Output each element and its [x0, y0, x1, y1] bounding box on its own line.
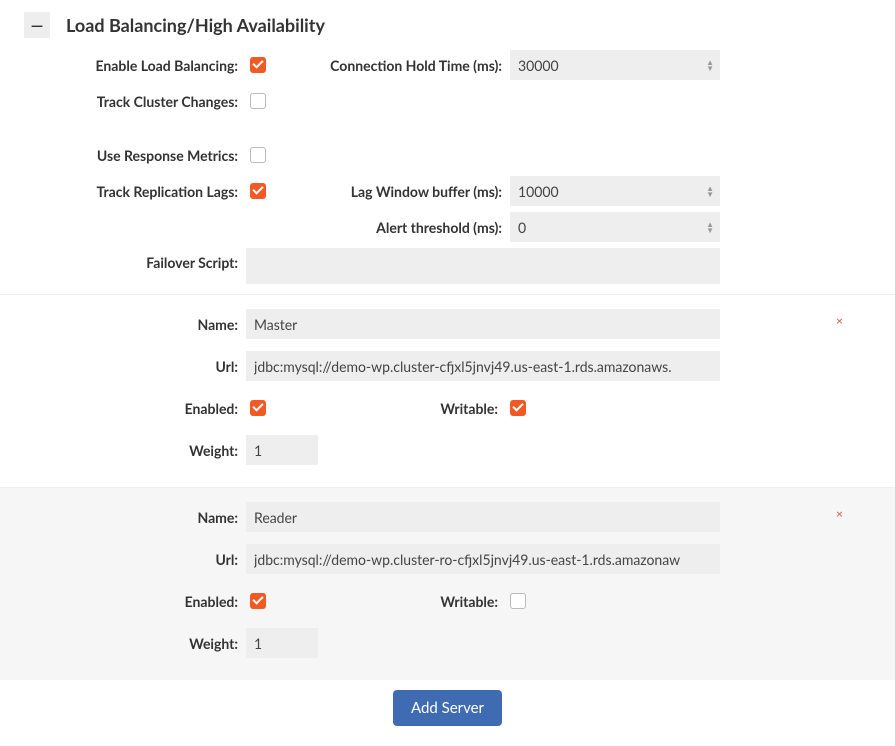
enable-lb-label: Enable Load Balancing:	[0, 57, 246, 74]
server-name-label: Name:	[0, 316, 246, 333]
track-cluster-label: Track Cluster Changes:	[0, 93, 246, 110]
server-weight-input[interactable]	[246, 628, 318, 658]
server-name-input[interactable]	[246, 502, 720, 532]
failover-input[interactable]	[246, 248, 720, 284]
server-enabled-checkbox[interactable]	[250, 593, 266, 609]
section-title: Load Balancing/High Availability	[66, 14, 325, 36]
alert-thresh-label: Alert threshold (ms):	[288, 219, 510, 236]
server-weight-label: Weight:	[0, 635, 246, 652]
server-weight-input[interactable]	[246, 435, 318, 465]
server-weight-label: Weight:	[0, 442, 246, 459]
server-writable-label: Writable:	[288, 400, 506, 417]
delete-server-button[interactable]: ×	[836, 313, 843, 328]
delete-server-button[interactable]: ×	[836, 506, 843, 521]
conn-hold-label: Connection Hold Time (ms):	[288, 57, 510, 74]
use-resp-checkbox[interactable]	[250, 147, 266, 163]
server-url-input[interactable]	[246, 351, 720, 381]
track-cluster-checkbox[interactable]	[250, 93, 266, 109]
conn-hold-input[interactable]	[510, 50, 720, 80]
footer: Add Server	[0, 680, 895, 746]
lag-window-input[interactable]	[510, 176, 720, 206]
track-repl-label: Track Replication Lags:	[0, 183, 246, 200]
track-repl-checkbox[interactable]	[250, 183, 266, 199]
server-url-label: Url:	[0, 551, 246, 568]
server-enabled-label: Enabled:	[0, 593, 246, 610]
use-resp-label: Use Response Metrics:	[0, 147, 246, 164]
collapse-button[interactable]: —	[24, 12, 50, 38]
server-url-label: Url:	[0, 358, 246, 375]
server-url-input[interactable]	[246, 544, 720, 574]
server-name-input[interactable]	[246, 309, 720, 339]
enable-lb-checkbox[interactable]	[250, 57, 266, 73]
server-writable-checkbox[interactable]	[510, 400, 526, 416]
form-area: Enable Load Balancing: Connection Hold T…	[0, 50, 895, 294]
server-writable-label: Writable:	[288, 593, 506, 610]
alert-thresh-input[interactable]	[510, 212, 720, 242]
lag-window-label: Lag Window buffer (ms):	[288, 183, 510, 200]
failover-label: Failover Script:	[0, 248, 246, 271]
server-name-label: Name:	[0, 509, 246, 526]
server-enabled-label: Enabled:	[0, 400, 246, 417]
add-server-button[interactable]: Add Server	[393, 690, 502, 726]
server-writable-checkbox[interactable]	[510, 593, 526, 609]
server-block: × Name: Url: Enabled: Writable: Weight:	[0, 294, 895, 487]
server-block: × Name: Url: Enabled: Writable: Weight:	[0, 487, 895, 680]
server-enabled-checkbox[interactable]	[250, 400, 266, 416]
section-header: — Load Balancing/High Availability	[0, 0, 895, 50]
